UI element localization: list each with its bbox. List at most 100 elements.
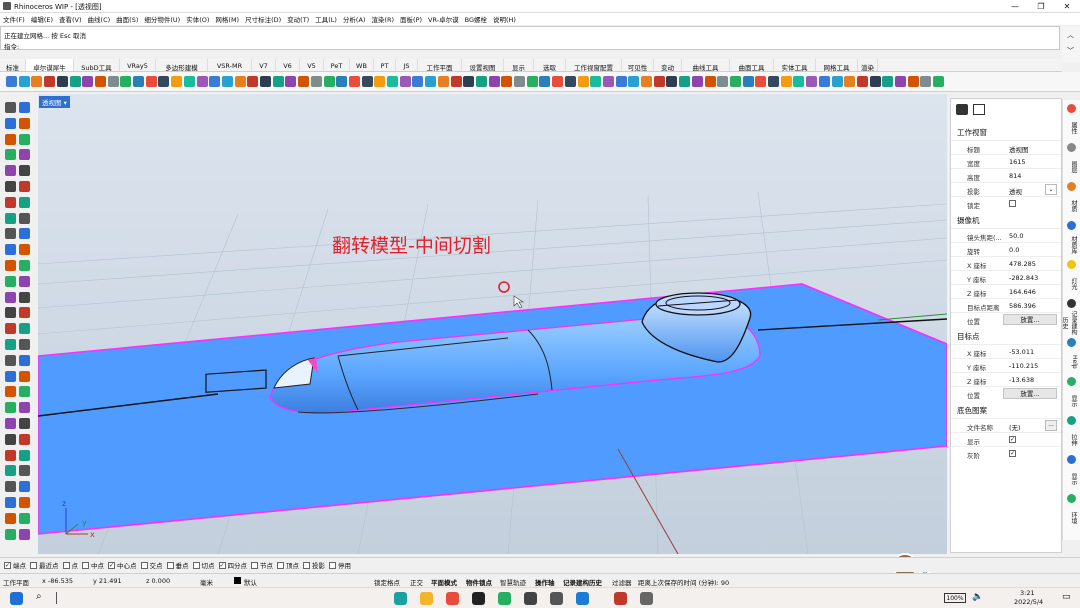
left-tool-icon-22[interactable] xyxy=(5,275,16,287)
tab-23[interactable]: 网格工具 xyxy=(816,59,858,72)
tool-icon-42[interactable] xyxy=(539,76,551,87)
tool-icon-7[interactable] xyxy=(94,76,106,87)
tool-icon-11[interactable] xyxy=(145,76,157,87)
osnap-checkbox[interactable]: ✓ xyxy=(4,561,11,569)
tool-icon-60[interactable] xyxy=(768,76,779,87)
osnap-checkbox[interactable] xyxy=(30,561,37,569)
osnap-7[interactable]: 切点 xyxy=(192,561,215,570)
row-wallpaper-gray[interactable]: 灰阶 ✓ xyxy=(951,446,1061,460)
tool-icon-65[interactable] xyxy=(831,76,843,87)
status-history[interactable]: 记录建构历史 xyxy=(563,577,602,587)
tool-icon-16[interactable] xyxy=(209,76,221,87)
left-tool-icon-0[interactable] xyxy=(5,102,16,113)
tab-5[interactable]: VSR-MR xyxy=(208,59,252,71)
status-unit[interactable]: 毫米 xyxy=(200,577,213,587)
left-tool-icon-32[interactable] xyxy=(5,354,16,366)
tab-19[interactable]: 变动 xyxy=(654,59,682,72)
left-tool-icon-8[interactable] xyxy=(5,165,16,177)
rotate-value[interactable]: 0.0 xyxy=(1009,246,1019,254)
osnap-checkbox[interactable] xyxy=(140,561,148,569)
left-tool-icon-52[interactable] xyxy=(5,512,16,524)
left-tool-icon-14[interactable] xyxy=(5,212,16,224)
left-tool-icon-50[interactable] xyxy=(5,497,16,508)
tab-24[interactable]: 渲染 xyxy=(858,59,878,72)
tool-icon-63[interactable] xyxy=(806,76,818,87)
left-tool-icon-34[interactable] xyxy=(5,370,16,382)
title-value[interactable]: 透视图 xyxy=(1009,144,1029,154)
side-tab-3[interactable]: 材质库 xyxy=(1066,232,1078,258)
tool-icon-49[interactable] xyxy=(628,76,640,87)
osnap-checkbox[interactable]: ✓ xyxy=(218,561,226,569)
tool-icon-56[interactable] xyxy=(717,76,729,87)
speaker-icon[interactable]: 🔈 xyxy=(972,592,983,602)
left-tool-icon-31[interactable] xyxy=(19,339,30,350)
left-tool-icon-16[interactable] xyxy=(5,228,16,240)
maximize-button[interactable]: ❐ xyxy=(1028,0,1054,13)
row-projection[interactable]: 投影 透视 ⌄ xyxy=(951,182,1061,196)
tool-icon-37[interactable] xyxy=(475,76,487,87)
tab-22[interactable]: 实体工具 xyxy=(774,59,816,72)
tab-4[interactable]: 多边形建模 xyxy=(156,59,208,72)
tool-icon-41[interactable] xyxy=(526,76,538,87)
osnap-checkbox[interactable]: ✓ xyxy=(108,561,115,569)
tool-icon-38[interactable] xyxy=(488,76,500,87)
qq-icon[interactable] xyxy=(472,592,485,605)
tool-icon-13[interactable] xyxy=(171,76,183,87)
chevron-down-icon[interactable]: ⌄ xyxy=(1045,184,1057,195)
side-tab-10[interactable]: 环境 xyxy=(1066,505,1078,531)
tool-icon-22[interactable] xyxy=(285,76,297,87)
tool-icon-53[interactable] xyxy=(679,76,691,87)
camera-place-button[interactable]: 放置... xyxy=(1003,314,1057,325)
command-input[interactable] xyxy=(21,40,1051,49)
left-tool-icon-23[interactable] xyxy=(19,275,30,287)
tab-2[interactable]: SubD工具 xyxy=(74,59,120,72)
tool-icon-28[interactable] xyxy=(361,76,373,87)
left-tool-icon-19[interactable] xyxy=(19,244,30,256)
osnap-checkbox[interactable] xyxy=(251,561,258,569)
left-tool-icon-35[interactable] xyxy=(19,370,30,382)
status-layer[interactable]: 默认 xyxy=(244,577,257,587)
left-tool-icon-48[interactable] xyxy=(5,481,16,493)
left-tool-icon-3[interactable] xyxy=(19,117,30,129)
left-tool-icon-11[interactable] xyxy=(19,181,30,192)
tool-icon-58[interactable] xyxy=(742,76,754,87)
command-scrollbar[interactable]: ︿ ﹀ xyxy=(1062,26,1080,62)
menu-render[interactable]: 渲染(R) xyxy=(371,14,394,24)
menu-panels[interactable]: 面板(P) xyxy=(400,14,422,24)
status-smarttrack[interactable]: 智慧轨迹 xyxy=(500,577,526,587)
left-tool-icon-26[interactable] xyxy=(5,307,16,319)
tool-icon-51[interactable] xyxy=(653,76,665,87)
tool-icon-31[interactable] xyxy=(399,76,411,87)
gray-checkbox[interactable]: ✓ xyxy=(1009,450,1016,457)
tool-icon-32[interactable] xyxy=(412,76,424,87)
target-z-value[interactable]: -13.638 xyxy=(1009,376,1034,384)
viewport-icon[interactable] xyxy=(973,104,985,115)
left-tool-icon-24[interactable] xyxy=(5,291,16,303)
tab-8[interactable]: V5 xyxy=(300,59,324,71)
left-tool-icon-54[interactable] xyxy=(5,528,16,540)
tool-icon-36[interactable] xyxy=(463,76,475,87)
tool-icon-34[interactable] xyxy=(437,76,449,87)
left-tool-icon-1[interactable] xyxy=(19,102,30,113)
row-camera-y[interactable]: Y 座标 -282.843 xyxy=(951,270,1061,284)
left-tool-icon-5[interactable] xyxy=(19,133,30,145)
osnap-1[interactable]: 最近点 xyxy=(30,561,59,570)
osnap-11[interactable]: 投影 xyxy=(303,561,325,570)
menu-solid[interactable]: 实体(O) xyxy=(186,14,209,24)
tool-icon-67[interactable] xyxy=(856,76,868,87)
left-tool-icon-42[interactable] xyxy=(5,433,16,445)
left-tool-icon-44[interactable] xyxy=(5,449,16,461)
tab-18[interactable]: 可见性 xyxy=(622,59,654,72)
left-tool-icon-38[interactable] xyxy=(5,402,16,414)
left-tool-icon-46[interactable] xyxy=(5,465,16,477)
wechat-icon[interactable] xyxy=(498,592,511,605)
row-target-x[interactable]: X 座标 -53.011 xyxy=(951,344,1061,358)
browse-file-button[interactable]: ... xyxy=(1045,420,1057,431)
target-y-value[interactable]: -110.215 xyxy=(1009,362,1038,370)
file-explorer-icon[interactable] xyxy=(420,592,433,605)
osnap-checkbox[interactable] xyxy=(303,561,310,569)
tool-icon-8[interactable] xyxy=(107,76,119,87)
osnap-3[interactable]: 中点 xyxy=(82,561,104,570)
locked-checkbox[interactable] xyxy=(1009,200,1016,207)
status-gumball[interactable]: 操作轴 xyxy=(535,577,555,587)
